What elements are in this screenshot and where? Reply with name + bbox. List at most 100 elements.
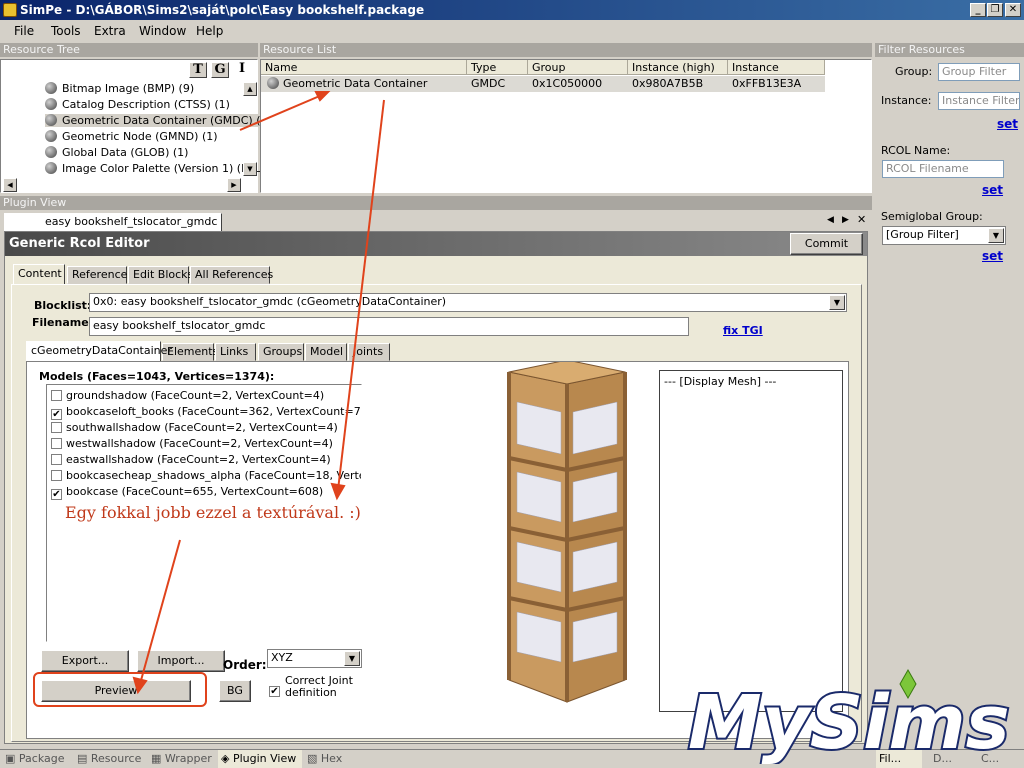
preview-highlight — [33, 672, 207, 707]
mysims-logo: MySims — [682, 668, 1022, 768]
group-filter-input[interactable]: Group Filter — [938, 63, 1020, 81]
tab-content[interactable]: Content — [13, 264, 65, 284]
group-label: Group: — [895, 65, 933, 78]
semiglobal-label: Semiglobal Group: — [881, 210, 983, 223]
menu-file[interactable]: File — [14, 24, 34, 38]
model-checkbox[interactable] — [51, 454, 62, 465]
filename-input[interactable]: easy bookshelf_tslocator_gmdc — [89, 317, 689, 336]
menu-extra[interactable]: Extra — [94, 24, 126, 38]
list-item[interactable]: ✔ bookcaseloft_books (FaceCount=362, Vert… — [51, 405, 361, 420]
tree-item[interactable]: Catalog Description (CTSS) (1) — [45, 98, 230, 111]
list-item[interactable]: bookcasecheap_shadows_alpha (FaceCount=1… — [51, 469, 361, 482]
filter-panel: Filter Resources Group: Group Filter Ins… — [875, 43, 1024, 748]
semiglobal-select[interactable]: [Group Filter] ▼ — [882, 226, 1006, 245]
column-header-instance[interactable]: Instance — [728, 60, 825, 75]
watermark-text: MySims — [688, 680, 1010, 764]
set-semiglobal-link[interactable]: set — [982, 249, 1003, 263]
subtab-joints[interactable]: Joints — [348, 343, 390, 361]
model-checkbox[interactable] — [51, 470, 62, 481]
menu-tools[interactable]: Tools — [51, 24, 81, 38]
column-header-instance-high[interactable]: Instance (high) — [628, 60, 728, 75]
row-type: GMDC — [471, 77, 506, 90]
list-item[interactable]: ✔ bookcase (FaceCount=655, VertexCount=60… — [51, 485, 323, 500]
group-sort-button[interactable]: G — [211, 62, 229, 78]
table-row[interactable]: Geometric Data Container GMDC 0x1C050000… — [261, 76, 825, 92]
bottom-tab-resource[interactable]: ▤ Resource — [74, 750, 146, 768]
column-header-group[interactable]: Group — [528, 60, 628, 75]
resource-list[interactable]: Name Type Group Instance (high) Instance… — [260, 59, 872, 193]
cube-icon — [45, 130, 57, 142]
scroll-down-icon[interactable]: ▼ — [243, 162, 257, 176]
cube-icon — [45, 162, 57, 174]
plugin-icon: ◈ — [221, 752, 233, 765]
model-checkbox[interactable]: ✔ — [51, 409, 62, 420]
type-sort-button[interactable]: T — [189, 62, 207, 78]
subtab-model[interactable]: Model — [305, 343, 347, 361]
column-header-name[interactable]: Name — [261, 60, 467, 75]
order-select[interactable]: XYZ ▼ — [267, 649, 362, 668]
model-checkbox[interactable]: ✔ — [51, 489, 62, 500]
scroll-right-icon[interactable]: ▶ — [227, 178, 241, 192]
set-rcol-link[interactable]: set — [982, 183, 1003, 197]
instance-filter-input[interactable]: Instance Filter — [938, 92, 1020, 110]
maximize-button[interactable]: ❐ — [987, 3, 1003, 17]
chevron-down-icon[interactable]: ▼ — [344, 651, 360, 666]
mesh-preview[interactable] — [487, 362, 667, 722]
model-checkbox[interactable] — [51, 422, 62, 433]
tree-item[interactable]: Global Data (GLOB) (1) — [45, 146, 188, 159]
chevron-down-icon[interactable]: ▼ — [829, 295, 845, 310]
blocklist-select[interactable]: 0x0: easy bookshelf_tslocator_gmdc (cGeo… — [89, 293, 847, 312]
list-item[interactable]: eastwallshadow (FaceCount=2, VertexCount… — [51, 453, 331, 466]
row-instance-high: 0x980A7B5B — [632, 77, 704, 90]
tree-item-selected[interactable]: Geometric Data Container (GMDC) (1) — [45, 114, 272, 127]
rcol-filename-input[interactable]: RCOL Filename — [882, 160, 1004, 178]
correct-joint-checkbox[interactable]: ✔ — [269, 682, 284, 697]
tab-reference[interactable]: Reference — [67, 266, 127, 284]
instance-sort-button[interactable]: I — [234, 62, 250, 78]
bottom-tab-plugin-view[interactable]: ◈ Plugin View — [218, 750, 302, 768]
chevron-down-icon[interactable]: ▼ — [988, 228, 1004, 243]
mesh-list[interactable]: --- [Display Mesh] --- — [659, 370, 843, 712]
menu-window[interactable]: Window — [139, 24, 186, 38]
subtab-links[interactable]: Links — [215, 343, 256, 361]
tab-all-references[interactable]: All References — [190, 266, 273, 284]
editor-title: Generic Rcol Editor — [9, 236, 150, 251]
list-item[interactable]: southwallshadow (FaceCount=2, VertexCoun… — [51, 421, 338, 434]
import-button[interactable]: Import... — [137, 650, 225, 672]
wrapper-icon: ▦ — [151, 752, 165, 765]
model-checkbox[interactable] — [51, 390, 62, 401]
export-button[interactable]: Export... — [41, 650, 129, 672]
resource-tree[interactable]: T G I Bitmap Image (BMP) (9) Catalog Des… — [0, 59, 272, 193]
document-tab[interactable]: easy bookshelf_tslocator_gmdc — [4, 213, 222, 231]
scroll-up-icon[interactable]: ▲ — [243, 82, 257, 96]
column-header-type[interactable]: Type — [467, 60, 528, 75]
models-list[interactable]: groundshadow (FaceCount=2, VertexCount=4… — [46, 384, 362, 642]
display-mesh-item[interactable]: --- [Display Mesh] --- — [664, 375, 776, 388]
tree-item[interactable]: Image Color Palette (Version 1) (PAL1) — [45, 162, 272, 175]
plugin-view-header: Plugin View — [0, 196, 872, 210]
tab-close-icon[interactable]: ✕ — [857, 213, 866, 226]
blocklist-label: Blocklist: — [34, 299, 92, 312]
close-button[interactable]: ✕ — [1005, 3, 1021, 17]
tree-item[interactable]: Bitmap Image (BMP) (9) — [45, 82, 194, 95]
subtab-groups[interactable]: Groups — [258, 343, 304, 361]
fix-tgi-link[interactable]: fix TGI — [723, 324, 763, 337]
bottom-tab-package[interactable]: ▣ Package — [2, 750, 74, 768]
list-item[interactable]: groundshadow (FaceCount=2, VertexCount=4… — [51, 389, 324, 402]
tab-nav-right-icon[interactable]: ▶ — [842, 215, 849, 225]
tab-nav-left-icon[interactable]: ◀ — [827, 215, 834, 225]
list-item[interactable]: westwallshadow (FaceCount=2, VertexCount… — [51, 437, 333, 450]
minimize-button[interactable]: _ — [970, 3, 986, 17]
bottom-tab-hex[interactable]: ▧ Hex — [304, 750, 354, 768]
tab-edit-blocks[interactable]: Edit Blocks — [128, 266, 193, 284]
bg-button[interactable]: BG — [219, 680, 251, 702]
cube-icon — [45, 98, 57, 110]
model-checkbox[interactable] — [51, 438, 62, 449]
commit-button[interactable]: Commit — [790, 233, 863, 255]
tree-item[interactable]: Geometric Node (GMND) (1) — [45, 130, 218, 143]
menu-help[interactable]: Help — [196, 24, 223, 38]
set-filter-link[interactable]: set — [997, 117, 1018, 131]
bottom-tab-wrapper[interactable]: ▦ Wrapper — [148, 750, 218, 768]
subtab-geometry-data-container[interactable]: cGeometryDataContainer — [26, 341, 172, 361]
scroll-left-icon[interactable]: ◀ — [3, 178, 17, 192]
